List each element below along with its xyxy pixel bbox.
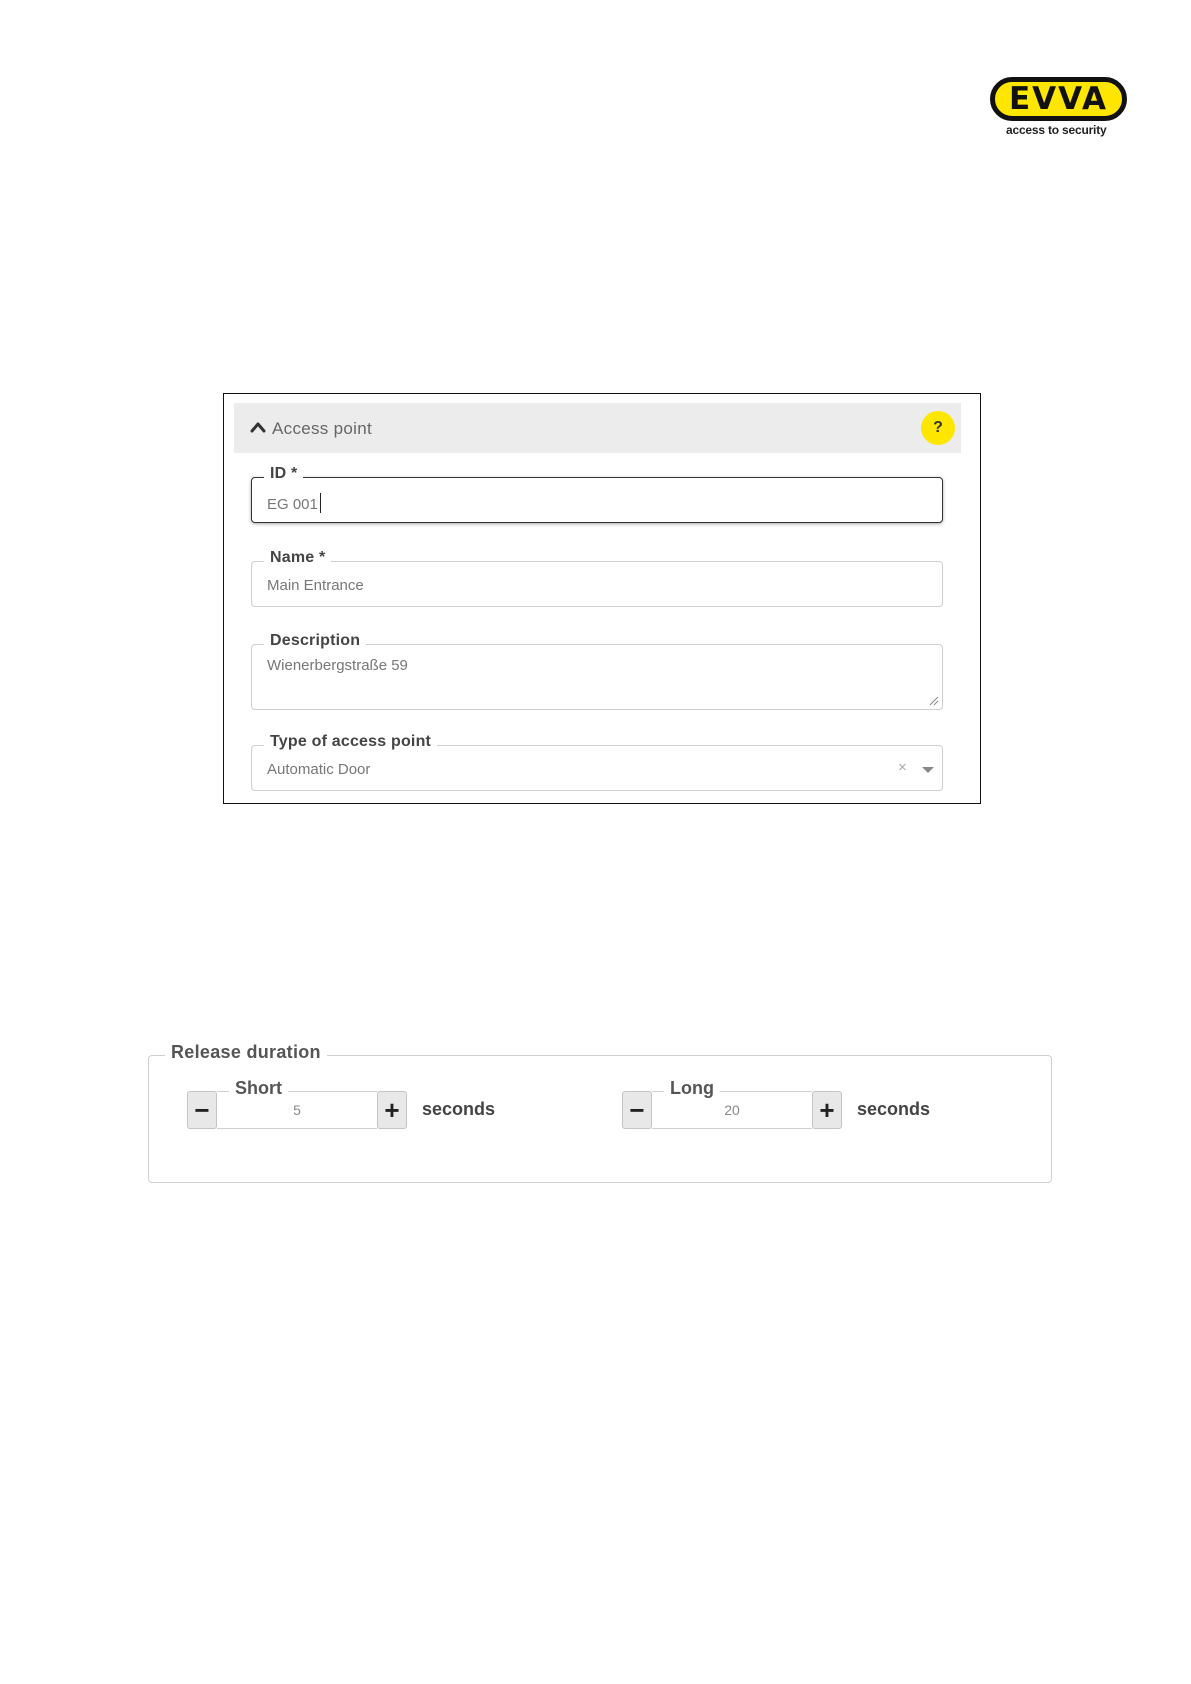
logo-tagline: access to security [1006, 123, 1107, 137]
name-value: Main Entrance [267, 577, 364, 594]
description-label: Description [264, 632, 367, 650]
long-value: 20 [724, 1102, 740, 1118]
clear-icon[interactable]: × [898, 759, 907, 776]
text-caret [319, 493, 321, 513]
id-field[interactable]: ID * EG 001 [251, 465, 943, 523]
chevron-up-icon[interactable] [250, 421, 266, 433]
name-label: Name * [264, 549, 332, 567]
short-duration-input[interactable]: Short 5 [217, 1078, 377, 1129]
type-value: Automatic Door [267, 761, 371, 778]
short-increment-button[interactable]: + [377, 1091, 407, 1129]
long-label: Long [664, 1078, 720, 1099]
release-duration-group: Release duration − Short 5 + seconds − L… [148, 1042, 1052, 1183]
short-value: 5 [293, 1102, 301, 1118]
short-label: Short [229, 1078, 288, 1099]
access-point-screenshot: Access point ? ID * EG 001 Name * Main E… [223, 393, 981, 804]
evva-logo: EVVA access to security [990, 77, 1135, 141]
access-point-form: ID * EG 001 Name * Main Entrance Descrip… [234, 453, 961, 796]
release-duration-label: Release duration [165, 1042, 327, 1063]
long-unit: seconds [857, 1099, 931, 1119]
short-duration-stepper: − Short 5 + seconds [187, 1078, 507, 1129]
dropdown-arrow-icon[interactable] [922, 767, 934, 773]
panel-title: Access point [272, 419, 372, 438]
logo-wordmark: EVVA [1008, 80, 1109, 117]
help-icon[interactable]: ? [921, 411, 955, 445]
id-label: ID * [264, 465, 304, 483]
resize-handle-icon[interactable] [929, 696, 939, 706]
long-duration-input[interactable]: Long 20 [652, 1078, 812, 1129]
short-decrement-button[interactable]: − [187, 1091, 217, 1129]
long-duration-stepper: − Long 20 + seconds [622, 1078, 942, 1129]
type-select[interactable]: Type of access point Automatic Door × [251, 733, 943, 791]
logo-badge: EVVA [990, 77, 1127, 121]
access-point-panel: Access point ? ID * EG 001 Name * Main E… [234, 403, 961, 796]
access-point-header[interactable]: Access point ? [234, 403, 961, 453]
id-value: EG 001 [267, 493, 321, 513]
description-value: Wienerbergstraße 59 [267, 657, 408, 674]
long-decrement-button[interactable]: − [622, 1091, 652, 1129]
type-label: Type of access point [264, 733, 438, 751]
name-field[interactable]: Name * Main Entrance [251, 549, 943, 607]
description-field[interactable]: Description Wienerbergstraße 59 [251, 632, 943, 710]
long-increment-button[interactable]: + [812, 1091, 842, 1129]
short-unit: seconds [422, 1099, 496, 1119]
